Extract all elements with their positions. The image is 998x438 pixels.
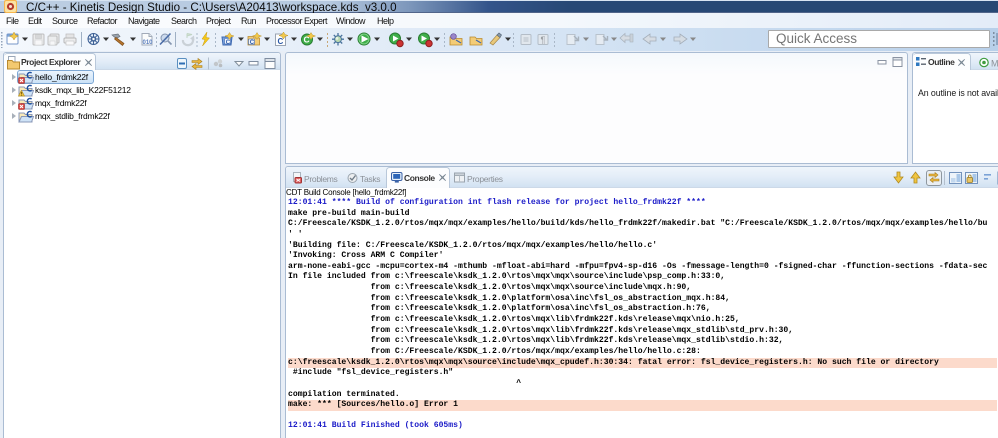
svg-text:¶: ¶	[541, 35, 546, 45]
svg-text:C: C	[278, 37, 284, 46]
svg-text:M: M	[991, 59, 998, 69]
svg-text:C: C	[250, 40, 255, 46]
svg-text:010: 010	[143, 40, 154, 46]
svg-text:C: C	[226, 40, 231, 46]
